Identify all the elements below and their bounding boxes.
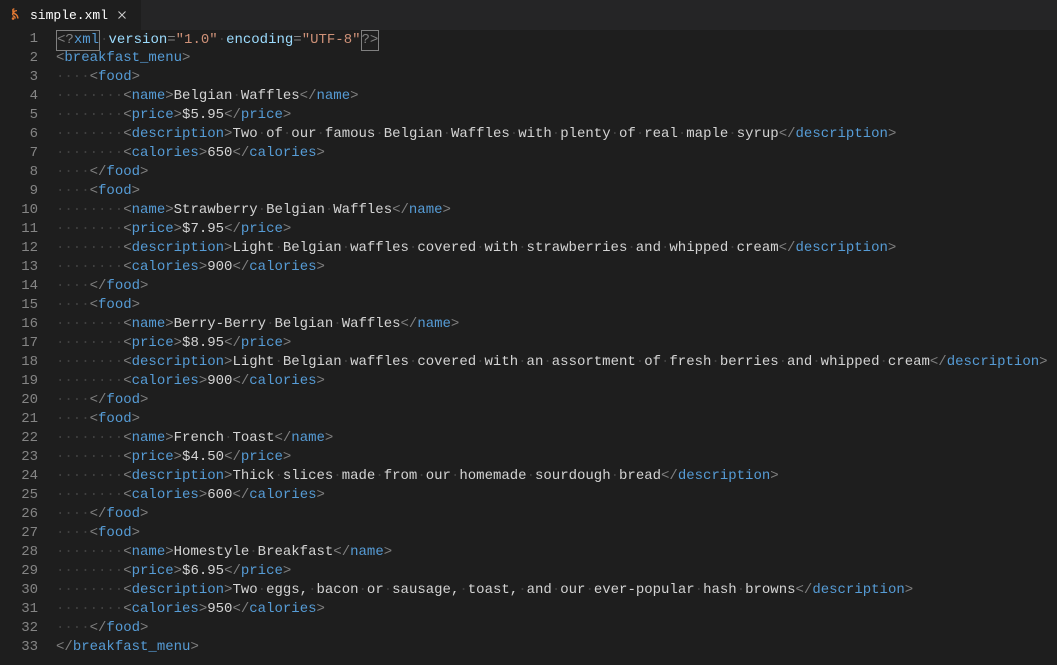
editor-tab[interactable]: simple.xml [0,0,141,30]
line-number: 5 [0,106,38,125]
code-line[interactable]: ····</food> [56,619,1057,638]
line-number-gutter: 1234567891011121314151617181920212223242… [0,30,56,665]
code-content[interactable]: <?xml·version="1.0"·encoding="UTF-8"?><b… [56,30,1057,665]
xml-file-icon [10,8,24,22]
line-number: 16 [0,315,38,334]
line-number: 17 [0,334,38,353]
code-line[interactable]: ····<food> [56,296,1057,315]
code-line[interactable]: ····<food> [56,68,1057,87]
code-line[interactable]: ········<name>Strawberry·Belgian·Waffles… [56,201,1057,220]
line-number: 8 [0,163,38,182]
line-number: 4 [0,87,38,106]
code-line[interactable]: ········<price>$4.50</price> [56,448,1057,467]
line-number: 3 [0,68,38,87]
code-line[interactable]: ········<calories>900</calories> [56,258,1057,277]
code-line[interactable]: ········<name>Berry-Berry·Belgian·Waffle… [56,315,1057,334]
code-line[interactable]: ········<price>$6.95</price> [56,562,1057,581]
line-number: 20 [0,391,38,410]
line-number: 31 [0,600,38,619]
line-number: 22 [0,429,38,448]
tab-filename: simple.xml [30,8,108,23]
code-line[interactable]: ········<price>$7.95</price> [56,220,1057,239]
code-line[interactable]: ········<price>$8.95</price> [56,334,1057,353]
code-line[interactable]: ········<description>Two·eggs,·bacon·or·… [56,581,1057,600]
code-line[interactable]: ····<food> [56,410,1057,429]
code-line[interactable]: </breakfast_menu> [56,638,1057,657]
code-line[interactable]: <?xml·version="1.0"·encoding="UTF-8"?> [56,30,1057,49]
code-line[interactable]: ········<name>French·Toast</name> [56,429,1057,448]
close-icon[interactable] [114,7,130,23]
line-number: 27 [0,524,38,543]
line-number: 14 [0,277,38,296]
line-number: 12 [0,239,38,258]
code-line[interactable]: ····</food> [56,277,1057,296]
line-number: 13 [0,258,38,277]
line-number: 9 [0,182,38,201]
code-line[interactable]: <breakfast_menu> [56,49,1057,68]
code-editor[interactable]: 1234567891011121314151617181920212223242… [0,30,1057,665]
code-line[interactable]: ········<calories>600</calories> [56,486,1057,505]
line-number: 18 [0,353,38,372]
code-line[interactable]: ········<calories>900</calories> [56,372,1057,391]
code-line[interactable]: ········<description>Thick·slices·made·f… [56,467,1057,486]
code-line[interactable]: ········<description>Light·Belgian·waffl… [56,353,1057,372]
code-line[interactable]: ········<name>Belgian·Waffles</name> [56,87,1057,106]
line-number: 23 [0,448,38,467]
line-number: 1 [0,30,38,49]
line-number: 33 [0,638,38,657]
line-number: 21 [0,410,38,429]
line-number: 32 [0,619,38,638]
line-number: 11 [0,220,38,239]
line-number: 7 [0,144,38,163]
code-line[interactable]: ········<name>Homestyle·Breakfast</name> [56,543,1057,562]
code-line[interactable]: ········<price>$5.95</price> [56,106,1057,125]
line-number: 15 [0,296,38,315]
code-line[interactable]: ····</food> [56,505,1057,524]
line-number: 2 [0,49,38,68]
line-number: 19 [0,372,38,391]
code-line[interactable]: ····<food> [56,182,1057,201]
line-number: 6 [0,125,38,144]
code-line[interactable]: ····<food> [56,524,1057,543]
line-number: 29 [0,562,38,581]
tab-bar: simple.xml [0,0,1057,30]
line-number: 26 [0,505,38,524]
code-line[interactable]: ········<calories>950</calories> [56,600,1057,619]
code-line[interactable]: ········<description>Two·of·our·famous·B… [56,125,1057,144]
code-line[interactable]: ········<calories>650</calories> [56,144,1057,163]
line-number: 10 [0,201,38,220]
code-line[interactable]: ····</food> [56,391,1057,410]
line-number: 30 [0,581,38,600]
line-number: 28 [0,543,38,562]
line-number: 25 [0,486,38,505]
line-number: 24 [0,467,38,486]
code-line[interactable]: ········<description>Light·Belgian·waffl… [56,239,1057,258]
code-line[interactable]: ····</food> [56,163,1057,182]
